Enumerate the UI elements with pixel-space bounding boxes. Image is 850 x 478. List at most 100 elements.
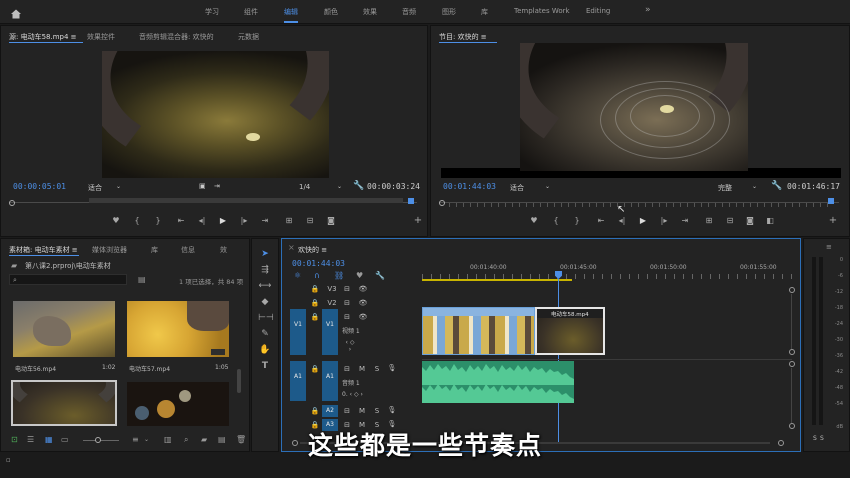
go-to-out-icon[interactable]: ⇥ (258, 216, 272, 226)
pen-tool-icon[interactable]: ✎ (258, 329, 272, 339)
program-timecode-current[interactable]: 00:01:44:03 (443, 182, 496, 191)
time-ruler[interactable]: 00:01:40:00 00:01:45:00 00:01:50:00 00:0… (422, 259, 792, 283)
source-patch-v1[interactable]: V1 (290, 309, 306, 355)
button-editor-plus-icon[interactable]: + (826, 216, 840, 226)
playhead-marker[interactable] (408, 198, 414, 204)
toggle-sync-lock-icon[interactable]: ⊟ (342, 285, 352, 293)
program-fit-dropdown[interactable]: 适合 (510, 183, 524, 193)
go-to-in-icon[interactable]: ⇤ (594, 216, 608, 226)
mark-in-icon[interactable]: { (549, 216, 563, 226)
tab-metadata[interactable]: 元数据 (238, 32, 259, 42)
project-scrollbar[interactable] (237, 369, 241, 393)
selection-tool-icon[interactable]: ➤ (258, 249, 272, 259)
snap-icon[interactable]: ∩ (314, 272, 320, 280)
mute-button[interactable]: M (357, 407, 367, 415)
video-clip-strip[interactable] (422, 307, 535, 355)
overwrite-icon[interactable]: ⊟ (303, 216, 317, 226)
search-input[interactable]: ⌕ (9, 274, 127, 285)
go-to-out-icon[interactable]: ⇥ (678, 216, 692, 226)
workspace-assembly[interactable]: 组件 (244, 7, 258, 17)
tab-effects[interactable]: 效 (220, 245, 227, 255)
new-bin-from-search-icon[interactable]: ▤ (138, 276, 146, 284)
razor-tool-icon[interactable]: ◆ (258, 297, 272, 307)
workspace-color[interactable]: 颜色 (324, 7, 338, 17)
vertical-zoom-handle[interactable] (789, 349, 795, 355)
menu-icon[interactable]: ≡ (826, 243, 832, 251)
vertical-zoom-handle[interactable] (789, 287, 795, 293)
track-target-v1[interactable]: V1 (322, 309, 338, 355)
tab-effect-controls[interactable]: 效果控件 (87, 32, 115, 42)
microphone-icon[interactable]: 🎙 (387, 364, 397, 372)
add-marker-icon[interactable]: ♥ (356, 272, 363, 280)
video-clip-selected[interactable]: 电动车58.mp4 (535, 307, 605, 355)
workspace-effects[interactable]: 效果 (363, 7, 377, 17)
nest-icon[interactable]: ⚛ (294, 272, 301, 280)
extract-icon[interactable]: ⊟ (723, 216, 737, 226)
play-icon[interactable]: ▶ (636, 216, 650, 226)
timeline-timecode[interactable]: 00:01:44:03 (292, 259, 345, 268)
resolution-dropdown[interactable]: 1/4 (299, 183, 310, 191)
toggle-sync-lock-icon[interactable]: ⊟ (342, 365, 352, 373)
type-tool-icon[interactable]: T (258, 361, 272, 371)
insert-icon[interactable]: ⊞ (282, 216, 296, 226)
button-editor-plus-icon[interactable]: + (411, 216, 425, 226)
track-target-a1[interactable]: A1 (322, 361, 338, 401)
program-scrubber[interactable] (439, 198, 839, 208)
solo-button[interactable]: S (372, 365, 382, 373)
playhead-marker[interactable] (828, 198, 834, 204)
work-area-bar[interactable] (422, 279, 572, 281)
tab-libraries[interactable]: 库 (151, 245, 158, 255)
wrench-icon[interactable]: 🔧 (771, 181, 782, 191)
tab-audio-clip-mixer[interactable]: 音频剪辑混合器: 欢快的 (139, 32, 214, 42)
tab-media-browser[interactable]: 媒体浏览器 (92, 245, 127, 255)
insert-overlay-icon[interactable]: ⇥ (214, 182, 220, 190)
camera-icon[interactable]: ◙ (324, 216, 338, 226)
hand-tool-icon[interactable]: ✋ (258, 345, 272, 355)
go-to-in-icon[interactable]: ⇤ (174, 216, 188, 226)
lock-icon[interactable]: 🔒 (310, 365, 320, 373)
home-icon[interactable] (10, 5, 22, 19)
slip-tool-icon[interactable]: ⊢⊣ (258, 313, 274, 323)
tab-program[interactable]: 节目: 欢快的 ≡ (439, 32, 487, 42)
thumbnail-clip-58-selected[interactable] (11, 380, 117, 426)
audio-clip[interactable] (422, 361, 574, 403)
tab-info[interactable]: 信息 (181, 245, 195, 255)
add-marker-icon[interactable]: ♥ (109, 216, 123, 226)
add-marker-icon[interactable]: ♥ (527, 216, 541, 226)
volume-keyframe-icon[interactable]: 0. ‹ ◇ › (342, 391, 392, 398)
keyframe-nav-icon[interactable]: ‹ ◇ › (345, 339, 355, 353)
more-workspaces-icon[interactable]: » (645, 5, 651, 15)
toggle-sync-lock-icon[interactable]: ⊟ (342, 313, 352, 321)
camera-icon[interactable]: ◙ (743, 216, 757, 226)
step-back-icon[interactable]: ◂| (615, 216, 629, 226)
tab-bin[interactable]: 素材箱: 电动车素材 ≡ (9, 245, 78, 255)
wrench-icon[interactable]: 🔧 (375, 272, 385, 280)
close-icon[interactable]: × (288, 243, 295, 252)
tab-sequence[interactable]: 欢快的 ≡ (298, 245, 327, 255)
thumbnail-clip-57[interactable] (127, 301, 229, 357)
workspace-editing[interactable]: 编辑 (284, 7, 298, 23)
thumbnail-clip-56[interactable] (13, 301, 115, 357)
workspace-libraries[interactable]: 库 (481, 7, 488, 17)
track-target-a2[interactable]: A2 (322, 405, 338, 417)
source-scrubber[interactable] (9, 198, 417, 208)
lock-icon[interactable]: 🔒 (310, 313, 320, 321)
microphone-icon[interactable]: 🎙 (387, 406, 397, 414)
wrench-icon[interactable]: 🔧 (353, 181, 364, 191)
compare-view-icon[interactable]: ◧ (763, 216, 777, 226)
settings-icon[interactable]: ▣ (199, 182, 206, 190)
workspace-audio[interactable]: 音频 (402, 7, 416, 17)
mark-out-icon[interactable]: } (151, 216, 165, 226)
ripple-edit-tool-icon[interactable]: ⟷ (258, 281, 272, 291)
step-forward-icon[interactable]: |▸ (657, 216, 671, 226)
mute-button[interactable]: M (357, 365, 367, 373)
step-back-icon[interactable]: ◂| (195, 216, 209, 226)
tab-source[interactable]: 源: 电动车58.mp4 ≡ (9, 32, 77, 42)
step-forward-icon[interactable]: |▸ (237, 216, 251, 226)
lock-icon[interactable]: 🔒 (310, 299, 320, 307)
track-select-tool-icon[interactable]: ⇶ (258, 265, 272, 275)
workspace-editing-custom[interactable]: Editing (586, 7, 610, 15)
mark-out-icon[interactable]: } (570, 216, 584, 226)
workspace-graphics[interactable]: 图形 (442, 7, 456, 17)
lock-icon[interactable]: 🔒 (310, 407, 320, 415)
